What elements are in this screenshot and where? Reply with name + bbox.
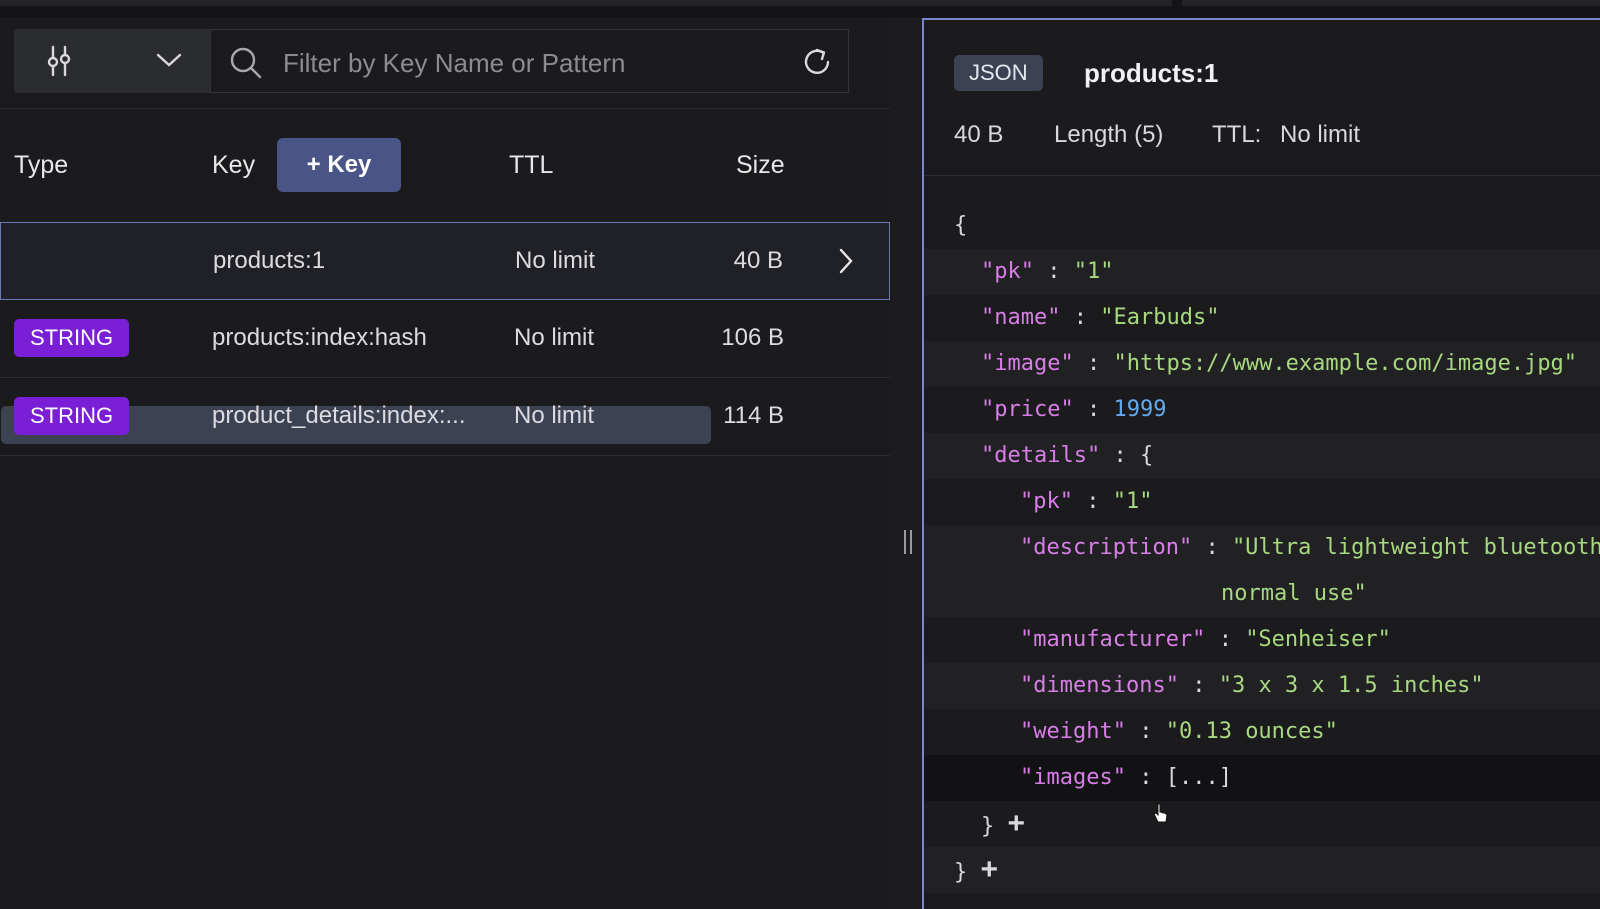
- add-field-button[interactable]: +: [1008, 807, 1026, 840]
- table-row[interactable]: STRING product_details:index:... No limi…: [0, 378, 890, 456]
- json-colon: :: [1086, 351, 1101, 376]
- json-colon: :: [1086, 489, 1100, 514]
- json-colon: :: [1139, 765, 1153, 790]
- json-line[interactable]: "description" : "Ultra lightweight bluet…: [924, 525, 1600, 571]
- detail-key-name[interactable]: products:1: [1084, 58, 1218, 89]
- json-line[interactable]: "image" : "https://www.example.com/image…: [924, 341, 1600, 387]
- json-key: "name": [981, 305, 1061, 330]
- add-field-button[interactable]: +: [981, 853, 999, 886]
- detail-divider: [924, 175, 1600, 176]
- json-colon: :: [1205, 535, 1219, 560]
- hand-cursor-icon: [1152, 802, 1170, 831]
- json-key: "images": [1020, 765, 1126, 790]
- top-tab-strip: [0, 0, 1600, 18]
- search-icon: [229, 46, 263, 85]
- size-value: 114 B: [723, 402, 784, 429]
- table-row[interactable]: JSON products:1 No limit 40 B: [0, 222, 890, 444]
- json-brace: }: [954, 860, 968, 885]
- resize-grip-icon[interactable]: [904, 530, 912, 554]
- detail-ttl-label: TTL:: [1212, 121, 1262, 148]
- json-line[interactable]: "pk" : "1": [924, 479, 1600, 525]
- json-key: "pk": [1020, 489, 1073, 514]
- search-bar: [210, 29, 849, 93]
- toolbar-divider: [0, 108, 890, 109]
- key-name: product_details:index:...: [212, 402, 466, 429]
- ttl-value: No limit: [514, 324, 595, 351]
- panel-splitter[interactable]: [890, 18, 923, 909]
- json-key: "manufacturer": [1020, 627, 1206, 652]
- json-brace: }: [981, 814, 995, 839]
- json-key: "image": [981, 351, 1074, 376]
- json-colon: :: [1073, 305, 1087, 330]
- json-key: "description": [1020, 535, 1193, 560]
- json-value[interactable]: "1": [1074, 259, 1114, 284]
- ttl-value: No limit: [515, 247, 596, 274]
- json-value[interactable]: 1999: [1113, 397, 1166, 422]
- top-tab-left: [0, 0, 1172, 6]
- key-name: products:index:hash: [212, 324, 427, 351]
- json-colon: :: [1139, 719, 1153, 744]
- json-line: {: [924, 203, 1600, 249]
- json-line-continuation: normal use": [924, 571, 1600, 617]
- json-line[interactable]: "manufacturer" : "Senheiser": [924, 617, 1600, 663]
- add-key-button[interactable]: + Key: [277, 138, 401, 192]
- json-expand-array[interactable]: [...]: [1166, 765, 1232, 790]
- key-type-filter-button[interactable]: [14, 29, 210, 93]
- json-value[interactable]: "Ultra lightweight bluetooth: [1232, 535, 1600, 560]
- json-value[interactable]: normal use": [1221, 581, 1367, 606]
- detail-ttl-value[interactable]: No limit: [1280, 121, 1360, 149]
- key-name: products:1: [213, 247, 326, 274]
- json-line: } +: [924, 847, 1600, 893]
- sliders-icon: [46, 45, 72, 82]
- json-key: "price": [981, 397, 1074, 422]
- json-value[interactable]: "Senheiser": [1245, 627, 1391, 652]
- detail-length: Length (5): [1054, 121, 1164, 148]
- column-header-ttl: TTL: [509, 151, 554, 179]
- json-brace: {: [1139, 443, 1154, 468]
- column-header-size: Size: [736, 151, 785, 179]
- type-badge: STRING: [14, 397, 130, 435]
- ttl-value: No limit: [514, 402, 595, 429]
- json-value[interactable]: "https://www.example.com/image.jpg": [1113, 351, 1577, 376]
- json-key: "weight": [1020, 719, 1126, 744]
- json-key: "pk": [981, 259, 1034, 284]
- json-value[interactable]: "Earbuds": [1100, 305, 1219, 330]
- json-key: "details": [981, 443, 1101, 468]
- json-line[interactable]: "pk" : "1": [924, 249, 1600, 295]
- detail-type-badge: JSON: [954, 55, 1043, 91]
- chevron-down-icon: [156, 51, 182, 74]
- search-input[interactable]: [281, 44, 775, 82]
- json-viewer: { "pk" : "1" "name" : "Earbuds" "image" …: [924, 203, 1600, 893]
- size-value: 106 B: [721, 324, 784, 351]
- json-line[interactable]: "dimensions" : "3 x 3 x 1.5 inches": [924, 663, 1600, 709]
- top-tab-right: [1182, 0, 1600, 6]
- table-row[interactable]: STRING products:index:hash No limit 106 …: [0, 300, 890, 378]
- detail-size: 40 B: [954, 121, 1004, 148]
- json-value[interactable]: "0.13 ounces": [1166, 719, 1338, 744]
- json-line: } +: [924, 801, 1600, 847]
- json-colon: :: [1113, 443, 1127, 468]
- json-colon: :: [1047, 259, 1061, 284]
- json-colon: :: [1218, 627, 1232, 652]
- key-details-panel: JSON products:1 40 B Length (5) TTL: No …: [922, 18, 1600, 909]
- json-key: "dimensions": [1020, 673, 1179, 698]
- json-line[interactable]: "details" : {: [924, 433, 1600, 479]
- json-brace: {: [954, 213, 968, 238]
- type-badge: STRING: [14, 319, 130, 357]
- json-line[interactable]: "images" : [...]: [924, 755, 1600, 801]
- json-value[interactable]: "3 x 3 x 1.5 inches": [1219, 673, 1484, 698]
- refresh-icon[interactable]: [801, 46, 833, 83]
- toolbar: [14, 29, 849, 93]
- column-header-type: Type: [14, 151, 69, 179]
- json-line[interactable]: "price" : 1999: [924, 387, 1600, 433]
- json-line[interactable]: "weight" : "0.13 ounces": [924, 709, 1600, 755]
- size-value: 40 B: [733, 247, 783, 274]
- json-colon: :: [1192, 673, 1206, 698]
- column-header-key: Key: [212, 151, 256, 179]
- json-value[interactable]: "1": [1113, 489, 1153, 514]
- chevron-right-icon[interactable]: [837, 248, 855, 279]
- json-colon: :: [1086, 397, 1101, 422]
- json-line[interactable]: "name" : "Earbuds": [924, 295, 1600, 341]
- key-browser-panel: Type Key + Key TTL Size JSON products:1 …: [0, 18, 890, 909]
